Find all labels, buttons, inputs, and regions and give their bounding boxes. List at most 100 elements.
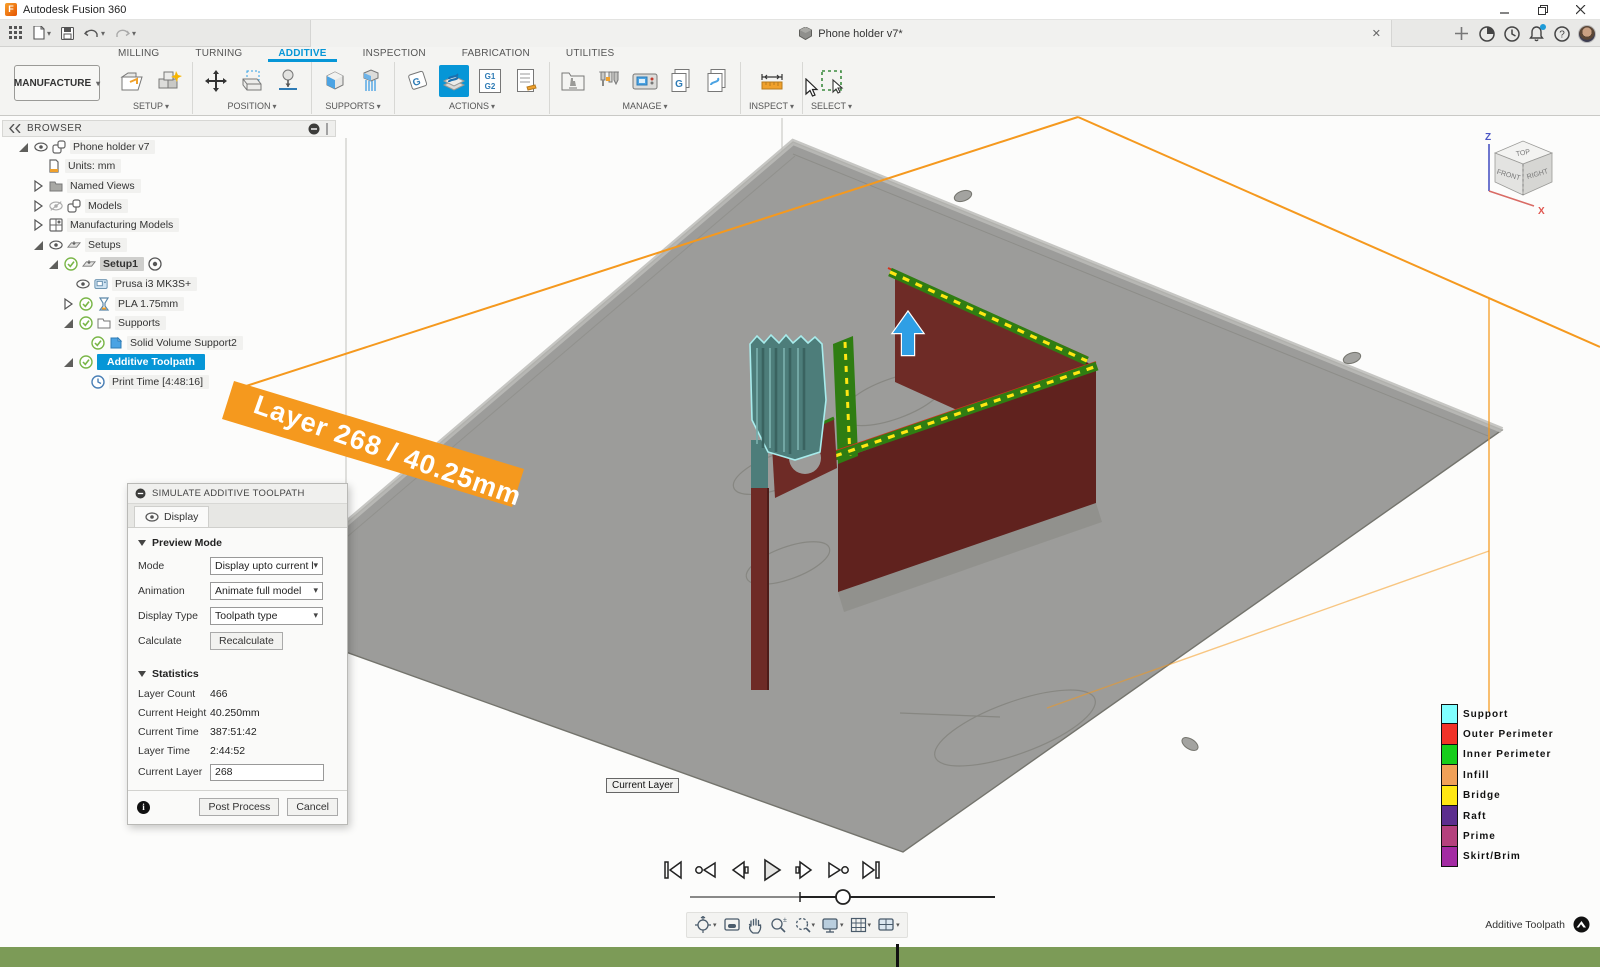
current-layer-input[interactable]	[210, 764, 324, 781]
browser-row-machine[interactable]: Prusa i3 MK3S+	[2, 274, 336, 294]
arrange-button[interactable]	[237, 65, 267, 97]
animation-dropdown[interactable]: Animate full model	[210, 582, 323, 600]
browser-row-models[interactable]: Models	[2, 196, 336, 216]
group-label-position[interactable]: POSITION	[227, 101, 276, 111]
collapsed-triangle-icon[interactable]	[31, 179, 45, 193]
zoom-button[interactable]: ±	[767, 914, 789, 936]
browser-row-supports[interactable]: Supports	[2, 313, 336, 333]
group-label-manage[interactable]: MANAGE	[622, 101, 667, 111]
browser-header[interactable]: BROWSER	[2, 120, 336, 137]
grid-snap-button[interactable]: ▾	[848, 914, 874, 936]
display-settings-button[interactable]: ▾	[819, 914, 846, 936]
workspace-selector-button[interactable]: MANUFACTURE	[14, 65, 100, 101]
dialog-header[interactable]: SIMULATE ADDITIVE TOOLPATH	[128, 484, 347, 504]
recalculate-button[interactable]: Recalculate	[210, 632, 283, 650]
help-icon[interactable]: ?	[1553, 25, 1570, 42]
expanded-triangle-icon[interactable]	[61, 316, 75, 330]
group-label-select[interactable]: SELECT	[811, 101, 852, 111]
browser-row-setups[interactable]: Setups	[2, 235, 336, 255]
dialog-menu-icon[interactable]	[135, 488, 146, 499]
display-type-dropdown[interactable]: Toolpath type	[210, 607, 323, 625]
measure-button[interactable]	[757, 65, 787, 97]
setup-sheet-button[interactable]	[511, 65, 541, 97]
tab-display[interactable]: Display	[134, 506, 209, 527]
tab-fabrication[interactable]: FABRICATION	[444, 48, 548, 62]
info-icon[interactable]: i	[137, 801, 150, 814]
expanded-triangle-icon[interactable]	[61, 355, 75, 369]
browser-row-document[interactable]: Phone holder v7	[2, 137, 336, 157]
browser-row-units[interactable]: Units: mm	[2, 157, 336, 177]
tab-turning[interactable]: TURNING	[177, 48, 260, 62]
machining-code-button[interactable]: G1G2	[475, 65, 505, 97]
machine-library-button[interactable]	[630, 65, 660, 97]
tab-additive[interactable]: ADDITIVE	[260, 48, 344, 62]
timeline-handle[interactable]	[836, 890, 850, 904]
new-additive-setup-button[interactable]	[154, 65, 184, 97]
pan-button[interactable]	[745, 914, 765, 936]
job-status-icon[interactable]	[1478, 25, 1495, 42]
redo-button[interactable]	[112, 22, 139, 44]
file-menu-button[interactable]	[30, 22, 54, 44]
print-settings-library-button[interactable]	[558, 65, 588, 97]
autodesk-badge-icon[interactable]	[1573, 916, 1590, 933]
simulate-additive-toolpath-button[interactable]	[439, 65, 469, 97]
template-library-button[interactable]	[702, 65, 732, 97]
look-at-button[interactable]	[721, 914, 743, 936]
collapse-panel-icon[interactable]	[9, 124, 21, 133]
expanded-triangle-icon[interactable]	[31, 238, 45, 252]
recent-activity-icon[interactable]	[1503, 25, 1520, 42]
section-statistics[interactable]: Statistics	[128, 659, 347, 684]
play-backward-loop-button[interactable]	[693, 855, 719, 885]
go-to-start-button[interactable]	[660, 855, 686, 885]
viewports-button[interactable]: ▾	[875, 914, 902, 936]
panel-grip-icon[interactable]	[325, 123, 329, 135]
cancel-button[interactable]: Cancel	[287, 798, 338, 816]
browser-row-material[interactable]: PLA 1.75mm	[2, 294, 336, 314]
section-preview-mode[interactable]: Preview Mode	[128, 528, 347, 553]
eye-off-icon[interactable]	[49, 199, 63, 213]
tab-milling[interactable]: MILLING	[100, 48, 177, 62]
post-process-button-toolbar[interactable]: G	[403, 65, 433, 97]
expanded-triangle-icon[interactable]	[16, 140, 30, 154]
step-backward-button[interactable]	[726, 855, 752, 885]
eye-icon[interactable]	[76, 277, 90, 291]
restore-button[interactable]	[1524, 0, 1562, 20]
go-to-end-button[interactable]	[858, 855, 884, 885]
new-setup-button[interactable]	[118, 65, 148, 97]
group-label-supports[interactable]: SUPPORTS	[325, 101, 380, 111]
browser-row-print-time[interactable]: Print Time [4:48:16]	[2, 372, 336, 392]
collapsed-triangle-icon[interactable]	[61, 297, 75, 311]
tool-library-button[interactable]	[594, 65, 624, 97]
tab-inspection[interactable]: INSPECTION	[345, 48, 444, 62]
orbit-button[interactable]: ▾	[692, 914, 719, 936]
save-button[interactable]	[58, 22, 77, 44]
browser-row-manufacturing-models[interactable]: Manufacturing Models	[2, 215, 336, 235]
volume-support-button[interactable]	[320, 65, 350, 97]
bar-support-button[interactable]	[356, 65, 386, 97]
undo-button[interactable]	[81, 22, 108, 44]
notifications-bell-icon[interactable]	[1528, 25, 1545, 42]
select-window-button[interactable]	[817, 65, 847, 97]
browser-row-additive-toolpath[interactable]: Additive Toolpath	[2, 353, 336, 373]
section-collapse-icon[interactable]	[138, 671, 146, 677]
eye-icon[interactable]	[49, 238, 63, 252]
play-forward-loop-button[interactable]	[825, 855, 851, 885]
expanded-triangle-icon[interactable]	[46, 257, 60, 271]
group-label-setup[interactable]: SETUP	[133, 101, 169, 111]
new-tab-button[interactable]	[1453, 25, 1470, 42]
simulation-timeline-slider[interactable]	[670, 886, 1010, 908]
post-library-button[interactable]: G	[666, 65, 696, 97]
move-components-button[interactable]	[201, 65, 231, 97]
post-process-button[interactable]: Post Process	[199, 798, 279, 816]
view-cube[interactable]: Z X TOP FRONT RIGHT	[1476, 128, 1576, 223]
step-forward-button[interactable]	[792, 855, 818, 885]
place-on-platform-button[interactable]	[273, 65, 303, 97]
document-tab[interactable]: Phone holder v7* ✕	[310, 20, 1392, 47]
collapsed-triangle-icon[interactable]	[31, 199, 45, 213]
browser-row-named-views[interactable]: Named Views	[2, 176, 336, 196]
active-setup-radio-icon[interactable]	[148, 257, 162, 271]
browser-row-setup1[interactable]: Setup1	[2, 255, 336, 275]
app-grid-button[interactable]	[6, 22, 26, 44]
remove-panel-icon[interactable]	[308, 123, 320, 135]
play-button[interactable]	[759, 855, 785, 885]
